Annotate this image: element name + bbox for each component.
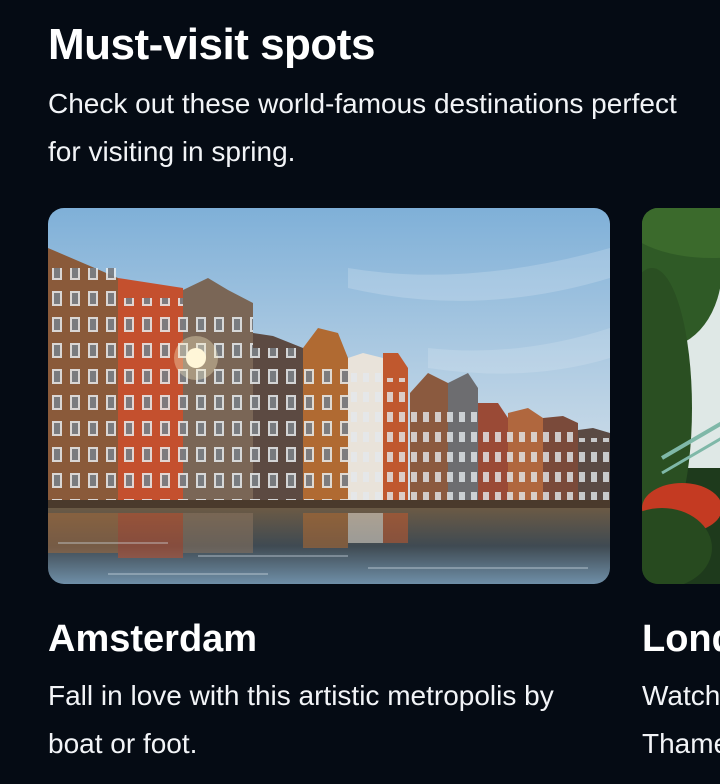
card-description: Fall in love with this artistic metropol… (48, 680, 554, 759)
card-title[interactable]: Amsterdam (48, 614, 257, 664)
amsterdam-photo[interactable] (48, 208, 610, 584)
card-description: Watch the world go by from the banks of … (642, 680, 720, 759)
destination-card-london[interactable]: London Watch the world go by from the ba… (642, 208, 720, 759)
section-title: Must-visit spots (48, 20, 375, 69)
london-photo[interactable] (642, 208, 720, 584)
card-title[interactable]: London (642, 614, 720, 664)
destination-card-amsterdam[interactable]: Amsterdam Fall in love with this artisti… (48, 208, 610, 759)
section-subtitle: Check out these world-famous destination… (48, 88, 677, 167)
destinations-carousel[interactable]: Amsterdam Fall in love with this artisti… (0, 208, 720, 784)
